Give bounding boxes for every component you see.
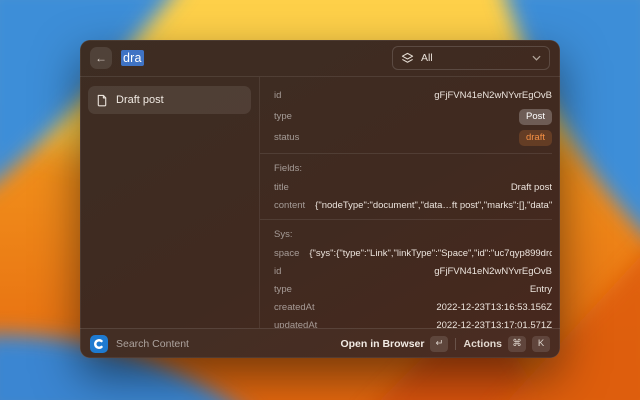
search-input[interactable]: dra <box>121 51 144 65</box>
detail-row-value: Entry <box>530 284 552 295</box>
footer-actions: Open in Browser ↵ Actions ⌘ K <box>340 336 550 352</box>
detail-row: space {"sys":{"type":"Link","linkType":"S… <box>274 244 552 262</box>
detail-row-value: 2022-12-23T13:17:01.571Z <box>436 320 552 329</box>
chevron-down-icon <box>532 55 541 61</box>
command-name: Search Content <box>116 338 189 350</box>
detail-row-label: updatedAt <box>274 320 317 329</box>
detail-row: type Post <box>274 106 552 127</box>
detail-rows: id gFjFVN41eN2wNYvrEgOvB type Post status dra… <box>274 85 552 328</box>
detail-divider <box>260 153 552 154</box>
actions-button[interactable]: Actions ⌘ K <box>463 336 550 352</box>
enter-key-icon: ↵ <box>430 336 448 352</box>
detail-row-label: content <box>274 200 305 211</box>
action-bar: Search Content Open in Browser ↵ Actions… <box>80 328 560 358</box>
detail-row-label: id <box>274 266 281 277</box>
detail-row-label: type <box>274 111 292 122</box>
detail-row-value: gFjFVN41eN2wNYvrEgOvB <box>434 266 552 277</box>
detail-panel: id gFjFVN41eN2wNYvrEgOvB type Post status dra… <box>260 77 560 328</box>
arrow-left-icon: ← <box>95 51 107 65</box>
contentful-icon <box>90 335 108 353</box>
detail-row-value: {"sys":{"type":"Link","linkType":"Space"… <box>309 248 552 259</box>
detail-row-label: title <box>274 182 289 193</box>
filter-dropdown[interactable]: All <box>392 46 550 70</box>
detail-row-value: gFjFVN41eN2wNYvrEgOvB <box>434 90 552 101</box>
detail-value-badge: draft <box>519 130 552 146</box>
detail-value-badge: Post <box>519 109 552 125</box>
window-body: Draft post id gFjFVN41eN2wNYvrEgOvB type Po… <box>80 77 560 328</box>
detail-row-label: space <box>274 248 299 259</box>
back-button[interactable]: ← <box>90 47 112 69</box>
open-in-browser-button[interactable]: Open in Browser ↵ <box>340 336 448 352</box>
list-item[interactable]: Draft post <box>88 86 251 114</box>
detail-row-label: id <box>274 90 281 101</box>
detail-row: status draft <box>274 127 552 148</box>
footer-separator <box>455 338 456 350</box>
command-key-icon: ⌘ <box>508 336 526 352</box>
detail-row-label: createdAt <box>274 302 315 313</box>
detail-section-label: Sys: <box>274 225 552 244</box>
detail-row: content {"nodeType":"document","data…ft p… <box>274 196 552 214</box>
results-list: Draft post <box>80 77 260 328</box>
list-item-title: Draft post <box>116 94 164 106</box>
stack-icon <box>401 52 414 65</box>
detail-row: type Entry <box>274 280 552 298</box>
detail-row: title Draft post <box>274 178 552 196</box>
document-icon <box>96 94 108 107</box>
launcher-window: ← dra All <box>80 40 560 358</box>
desktop: ← dra All <box>0 0 640 400</box>
detail-row: id gFjFVN41eN2wNYvrEgOvB <box>274 85 552 106</box>
detail-row: id gFjFVN41eN2wNYvrEgOvB <box>274 262 552 280</box>
open-in-browser-label: Open in Browser <box>340 338 424 350</box>
detail-row-value: {"nodeType":"document","data…ft post","m… <box>315 200 552 211</box>
detail-row-label: type <box>274 284 292 295</box>
detail-section-label: Fields: <box>274 159 552 178</box>
filter-dropdown-value: All <box>421 52 433 64</box>
detail-row: updatedAt 2022-12-23T13:17:01.571Z <box>274 316 552 328</box>
k-key-icon: K <box>532 336 550 352</box>
detail-row-label: status <box>274 132 299 143</box>
detail-divider <box>260 219 552 220</box>
detail-row: createdAt 2022-12-23T13:16:53.156Z <box>274 298 552 316</box>
search-bar: ← dra All <box>80 40 560 77</box>
detail-row-value: 2022-12-23T13:16:53.156Z <box>436 302 552 313</box>
search-input-selected-text: dra <box>121 50 144 66</box>
detail-row-value: Draft post <box>511 182 552 193</box>
actions-label: Actions <box>463 338 502 350</box>
